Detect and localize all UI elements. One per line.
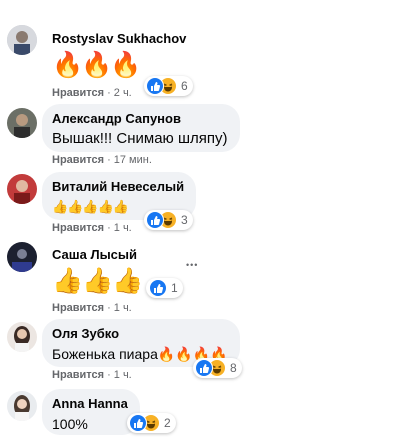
more-options-icon[interactable]: ••• — [186, 260, 198, 270]
like-link[interactable]: Нравится — [52, 222, 104, 234]
avatar[interactable] — [7, 174, 37, 204]
thumbs-up-icon — [129, 414, 147, 432]
avatar[interactable] — [7, 391, 37, 421]
reaction-count: 8 — [230, 361, 237, 375]
comment-time[interactable]: 1 ч. — [114, 369, 132, 381]
like-link[interactable]: Нравится — [52, 87, 104, 99]
reaction-summary[interactable]: 6 — [144, 76, 193, 96]
comment-bubble: Anna Hanna 100% — [42, 389, 140, 435]
avatar[interactable] — [7, 322, 37, 352]
comment-author[interactable]: Anna Hanna — [52, 396, 128, 412]
comment-author[interactable]: Саша Лысый — [52, 247, 142, 263]
comment-text: 👍👍👍 — [52, 267, 143, 295]
thumbs-up-icon — [146, 211, 164, 229]
comment-bubble: Саша Лысый 👍👍👍 — [42, 240, 154, 305]
comment-meta: Нравится · 1 ч. — [52, 302, 132, 314]
reaction-summary[interactable]: 3 — [144, 210, 193, 230]
reaction-count: 1 — [171, 281, 178, 295]
like-link[interactable]: Нравится — [52, 302, 104, 314]
comment-author[interactable]: Rostyslav Sukhachov — [52, 31, 186, 47]
reaction-summary[interactable]: 8 — [193, 358, 242, 378]
thumbs-up-icon — [149, 279, 167, 297]
comment-time[interactable]: 2 ч. — [114, 87, 132, 99]
comment-bubble: Александр Сапунов Вышак!!! Снимаю шляпу) — [42, 104, 240, 152]
comment-meta: Нравится · 17 мин. — [52, 154, 152, 166]
comment-time[interactable]: 17 мин. — [114, 154, 152, 166]
comment-text: 100% — [52, 416, 88, 432]
avatar[interactable] — [7, 242, 37, 272]
like-link[interactable]: Нравится — [52, 154, 104, 166]
comment-author[interactable]: Оля Зубко — [52, 326, 228, 342]
thumbs-up-icon — [195, 359, 213, 377]
comment-meta: Нравится · 2 ч. — [52, 87, 132, 99]
comment-author[interactable]: Виталий Невеселый — [52, 179, 184, 195]
thumbs-up-icon — [146, 77, 164, 95]
comment-meta: Нравится · 1 ч. — [52, 222, 132, 234]
comment-time[interactable]: 1 ч. — [114, 222, 132, 234]
reaction-count: 6 — [181, 79, 188, 93]
reaction-count: 3 — [181, 213, 188, 227]
reaction-summary[interactable]: 2 — [127, 413, 176, 433]
reaction-count: 2 — [164, 416, 171, 430]
comment-time[interactable]: 1 ч. — [114, 302, 132, 314]
avatar[interactable] — [7, 108, 37, 138]
comment-author[interactable]: Александр Сапунов — [52, 111, 228, 127]
comment-text: Вышак!!! Снимаю шляпу) — [52, 130, 228, 147]
like-link[interactable]: Нравится — [52, 369, 104, 381]
reaction-summary[interactable]: 1 — [146, 278, 183, 298]
comment-meta: Нравится · 1 ч. — [52, 369, 132, 381]
avatar[interactable] — [7, 25, 37, 55]
